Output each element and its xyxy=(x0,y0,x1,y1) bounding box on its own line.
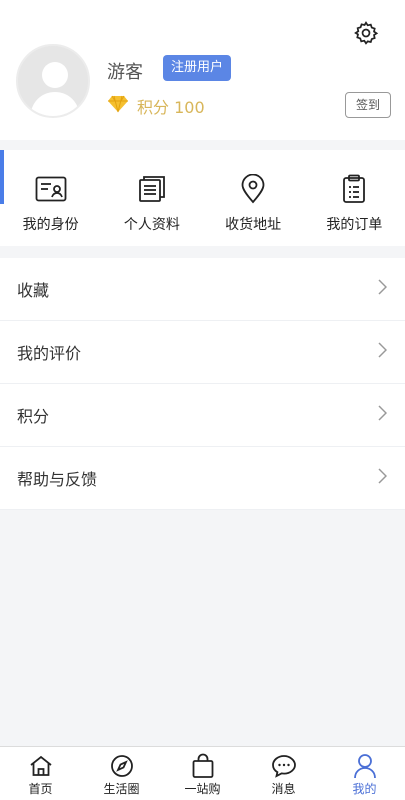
home-icon xyxy=(28,753,54,779)
chevron-right-icon xyxy=(377,279,388,299)
points-text: 积分 100 xyxy=(137,98,205,117)
avatar[interactable] xyxy=(16,44,90,118)
tab-mine[interactable]: 我的 xyxy=(324,747,405,800)
tab-one-stop-shop[interactable]: 一站购 xyxy=(162,747,243,800)
quick-label: 我的订单 xyxy=(326,217,383,233)
chevron-right-icon xyxy=(377,468,388,488)
profile-header: 游客 注册用户 积分 100 签到 xyxy=(0,0,405,140)
checkin-button[interactable]: 签到 xyxy=(345,92,391,118)
quick-item-profile[interactable]: 个人资料 xyxy=(101,150,202,246)
quick-item-identity[interactable]: 我的身份 xyxy=(0,150,101,246)
bottom-tab-bar: 首页 生活圈 一站购 消息 我的 xyxy=(0,746,405,800)
chevron-right-icon xyxy=(377,405,388,425)
accent-bar xyxy=(0,150,4,204)
quick-actions: 我的身份 个人资料 收货地址 我的订单 xyxy=(0,150,405,246)
menu-label: 帮助与反馈 xyxy=(17,470,98,489)
menu-label: 积分 xyxy=(17,407,50,426)
quick-label: 我的身份 xyxy=(22,217,79,233)
registered-user-badge: 注册用户 xyxy=(163,55,232,81)
quick-label: 个人资料 xyxy=(123,217,180,233)
menu-item-points[interactable]: 积分 xyxy=(0,384,405,447)
menu-label: 我的评价 xyxy=(17,344,82,363)
quick-item-orders[interactable]: 我的订单 xyxy=(304,150,405,246)
chevron-right-icon xyxy=(377,342,388,362)
clipboard-icon xyxy=(337,172,371,206)
menu-item-favorites[interactable]: 收藏 xyxy=(0,258,405,321)
tab-label: 我的 xyxy=(352,782,377,796)
document-icon xyxy=(135,172,169,206)
tab-label: 一站购 xyxy=(184,782,221,796)
points-row[interactable]: 积分 100 xyxy=(107,94,205,118)
compass-icon xyxy=(109,753,135,779)
tab-life-circle[interactable]: 生活圈 xyxy=(81,747,162,800)
menu-list: 收藏 我的评价 积分 帮助与反馈 xyxy=(0,258,405,510)
quick-label: 收货地址 xyxy=(225,217,282,233)
chat-bubble-icon xyxy=(271,753,297,779)
user-icon xyxy=(352,753,378,779)
settings-gear-icon[interactable] xyxy=(353,20,379,46)
menu-label: 收藏 xyxy=(17,281,50,300)
tab-label: 消息 xyxy=(271,782,296,796)
tab-label: 首页 xyxy=(28,782,53,796)
id-card-icon xyxy=(34,172,68,206)
shopping-bag-icon xyxy=(190,753,216,779)
tab-home[interactable]: 首页 xyxy=(0,747,81,800)
quick-item-address[interactable]: 收货地址 xyxy=(203,150,304,246)
menu-item-reviews[interactable]: 我的评价 xyxy=(0,321,405,384)
username: 游客 xyxy=(107,62,143,83)
location-pin-icon xyxy=(236,172,270,206)
diamond-icon xyxy=(107,95,129,117)
tab-messages[interactable]: 消息 xyxy=(243,747,324,800)
menu-item-help-feedback[interactable]: 帮助与反馈 xyxy=(0,447,405,510)
tab-label: 生活圈 xyxy=(103,782,140,796)
